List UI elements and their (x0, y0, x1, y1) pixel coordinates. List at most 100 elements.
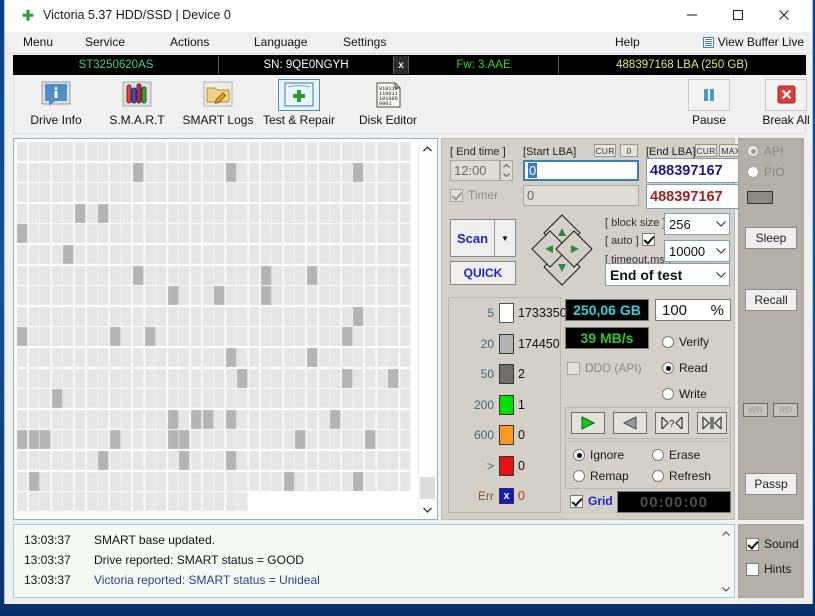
log-scrollbar[interactable] (719, 526, 733, 596)
timer-label: Timer (468, 188, 499, 202)
legend-rows: 5 1733350 20 174450 50 2 200 1 600 0 >0 Err x 0 (449, 298, 567, 512)
radio-dot (662, 362, 674, 374)
ddd-api-checkbox-box (567, 361, 580, 375)
menu-item-actions[interactable]: Actions (170, 35, 209, 49)
seek-end-icon[interactable] (697, 412, 727, 434)
mode-read-radio[interactable]: Read (662, 361, 708, 375)
pause-button[interactable]: Pause (671, 78, 747, 130)
start-lba-zero-button[interactable]: 0 (620, 144, 638, 157)
start-lba-second-field[interactable]: 0 (523, 185, 639, 206)
transport-bar: ? (565, 407, 731, 439)
play-backward-icon[interactable] (613, 412, 647, 434)
mode-verify-radio[interactable]: Verify (662, 335, 709, 349)
menu-item-language[interactable]: Language (254, 35, 307, 49)
action-refresh-radio[interactable]: Refresh (652, 469, 711, 483)
pio-radio[interactable]: PIO (747, 165, 785, 179)
diamond-dpad-icon[interactable] (528, 211, 596, 289)
grid-checkbox[interactable]: Grid (570, 494, 613, 508)
action-remap-radio[interactable]: Remap (573, 469, 629, 483)
legend-threshold: 50 (480, 367, 494, 382)
smart-label: S.M.A.R.T (109, 113, 165, 127)
test-and-repair-button[interactable]: Test & Repair (261, 78, 337, 130)
hints-checkbox[interactable]: Hints (746, 562, 791, 576)
drive-close-button[interactable]: x (394, 56, 409, 74)
scan-grid-scrollbar[interactable] (418, 140, 436, 518)
action-refresh-label: Refresh (669, 469, 712, 483)
action-erase-radio[interactable]: Erase (652, 448, 700, 462)
percent-value: 100 (662, 301, 688, 319)
end-of-test-select[interactable]: End of test (605, 263, 730, 286)
quick-button[interactable]: QUICK (450, 261, 516, 285)
recall-button[interactable]: Recall (745, 289, 797, 311)
scroll-up-icon[interactable] (419, 140, 436, 157)
legend-threshold: 5 (487, 306, 494, 321)
percent-unit: % (710, 301, 724, 319)
scroll-down-icon[interactable] (419, 501, 436, 518)
scan-grid[interactable] (16, 141, 419, 517)
legend-row: Err x 0 (449, 481, 560, 512)
spinner-down-icon[interactable] (501, 171, 512, 181)
log-scroll-down-icon[interactable] (719, 582, 733, 596)
log-scroll-up-icon[interactable] (719, 526, 733, 540)
folder-pencil-icon (197, 79, 239, 111)
chevron-down-icon (716, 246, 726, 256)
title-bar: Victoria 5.37 HDD/SSD | Device 0 (5, 0, 812, 32)
ddd-api-checkbox[interactable]: DDD (API) (567, 361, 642, 375)
smart-logs-button[interactable]: SMART Logs (180, 78, 256, 130)
start-lba-field[interactable]: 0 (523, 160, 639, 181)
log-row[interactable]: 13:03:37 Drive reported: SMART status = G… (14, 550, 734, 570)
legend-count: 2 (518, 367, 525, 382)
scan-button-group[interactable]: Scan ▼ (450, 219, 516, 257)
end-lba-cur-button[interactable]: CUR (695, 144, 717, 157)
minimize-icon[interactable] (669, 0, 715, 30)
scan-dropdown-icon[interactable]: ▼ (494, 220, 515, 256)
binary-page-icon: 010110 110011 101000 0001 (367, 79, 409, 111)
action-ignore-radio[interactable]: Ignore (573, 448, 624, 462)
legend-swatch (499, 364, 514, 385)
timeout-select[interactable]: 10000 (664, 240, 730, 262)
menu-item-service[interactable]: Service (85, 35, 125, 49)
log-row[interactable]: 13:03:37 SMART base updated. (14, 530, 734, 550)
mode-write-radio[interactable]: Write (662, 387, 707, 401)
seek-question-icon[interactable]: ? (655, 412, 689, 434)
menu-item-settings[interactable]: Settings (343, 35, 386, 49)
rd-button[interactable]: RD (773, 403, 798, 417)
legend-row: >0 (449, 451, 560, 482)
scan-button[interactable]: Scan (451, 220, 494, 256)
timer-checkbox[interactable]: Timer (450, 188, 498, 202)
start-lba-cur-button[interactable]: CUR (594, 144, 616, 157)
sound-checkbox[interactable]: Sound (746, 537, 799, 551)
play-forward-icon[interactable] (571, 412, 605, 434)
break-all-button[interactable]: Break All (748, 78, 815, 130)
wr-button[interactable]: WR (743, 403, 768, 417)
test-tubes-icon (116, 79, 158, 111)
disk-editor-button[interactable]: 010110 110011 101000 0001 Disk Editor (350, 78, 426, 130)
api-radio[interactable]: API (747, 144, 783, 158)
scrollbar-thumb[interactable] (420, 477, 435, 499)
legend-swatch: x (499, 488, 514, 505)
start-lba-label: [Start LBA] (523, 146, 577, 158)
sleep-button[interactable]: Sleep (745, 227, 797, 249)
info-bubble-icon (35, 79, 77, 111)
spinner-up-icon[interactable] (501, 161, 512, 171)
log-panel[interactable]: 13:03:37 SMART base updated. 13:03:37 Drive… (13, 524, 735, 598)
end-time-field[interactable]: 12:00 (450, 160, 500, 181)
menu-item-menu[interactable]: Menu (23, 35, 53, 49)
log-row[interactable]: 13:03:37 Victoria reported: SMART status … (14, 570, 734, 590)
maximize-icon[interactable] (715, 0, 761, 30)
legend-count: 0 (518, 458, 525, 473)
log-time: 13:03:37 (24, 573, 71, 587)
auto-checkbox[interactable] (642, 233, 655, 246)
block-size-select[interactable]: 256 (664, 213, 730, 235)
sound-checkbox-box (746, 537, 759, 551)
smart-button[interactable]: S.M.A.R.T (99, 78, 175, 130)
view-buffer-live-button[interactable]: View Buffer Live (702, 35, 804, 49)
end-time-spinner[interactable] (500, 160, 513, 181)
options-panel: Sound Hints (738, 524, 804, 598)
drive-info-button[interactable]: Drive Info (18, 78, 94, 130)
close-icon[interactable] (761, 0, 807, 30)
passp-button[interactable]: Passp (745, 473, 797, 495)
menu-item-help[interactable]: Help (615, 35, 640, 49)
scan-grid-panel (13, 138, 438, 520)
radio-dot (747, 145, 759, 157)
